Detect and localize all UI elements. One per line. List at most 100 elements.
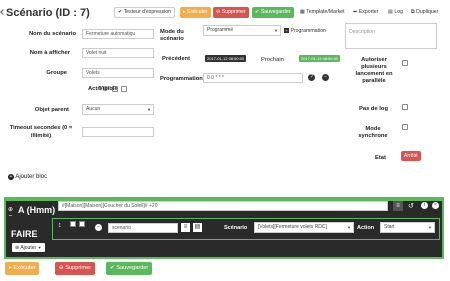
plus-square-icon: + (284, 28, 289, 33)
state-badge: Arrêté (401, 151, 421, 161)
action-select-label: Action (357, 225, 375, 231)
delete-button-bottom[interactable]: ⊖ Supprimer (55, 262, 96, 275)
group-label: Groupe (46, 70, 67, 76)
template-label: Template/Market (306, 9, 345, 15)
description-textarea[interactable]: Description (345, 23, 437, 49)
plus-circle-icon: + (8, 174, 14, 180)
programmation-add-label: Programmation (290, 28, 326, 34)
file-icon: ▤ (388, 9, 393, 15)
play-icon: ▸ (9, 265, 12, 271)
mode-value: Programmé (207, 27, 234, 33)
caret-down-icon: ▼ (147, 107, 151, 112)
block-at-label: A (Hmm) (18, 205, 56, 215)
add-block-button[interactable]: + Ajouter bloc (8, 174, 47, 180)
scenario-target-value: [Volets][Fermeture volets RDC] (258, 224, 327, 230)
minus-icon: ⊖ (59, 265, 64, 271)
timeout-input[interactable] (82, 127, 154, 137)
check-circle-icon: ✔ (255, 9, 260, 15)
programmation-label: Programmation (160, 76, 203, 82)
play-icon: ▸ (183, 9, 186, 15)
cubes-icon: ▦ (300, 9, 305, 15)
mode-select[interactable]: Programmé ▼ (203, 25, 281, 36)
execute-button-top[interactable]: ▸ Exécuter (180, 7, 211, 18)
duplicate-label: Dupliquer (416, 9, 439, 15)
scenario-cmd-input[interactable]: scenario (108, 223, 178, 233)
action-arrows-icon[interactable]: ↕ (58, 222, 62, 229)
state-label: Etat (375, 155, 386, 161)
allow-multi-checkbox[interactable] (402, 60, 408, 66)
cmd-list2-icon[interactable]: ▤ (193, 223, 202, 232)
previous-label: Précédent (162, 56, 191, 62)
copy-icon: ⧉ (411, 9, 415, 15)
test-expression-button[interactable]: ✔ Testeur d'expression (114, 7, 175, 18)
timeout-label: Timeout secondes (0 = illimité) (9, 125, 73, 139)
save-button-top[interactable]: ✔ Sauvegarder (252, 7, 294, 18)
display-name-input[interactable]: Volet nuit (82, 48, 154, 58)
list-icon[interactable]: ≡ (393, 201, 403, 211)
delete-label-bottom: Supprimer (65, 265, 92, 271)
visible-label: Visible (99, 86, 118, 92)
plus-circle-icon: ⊕ (15, 245, 20, 251)
block-toggle-icon[interactable]: ⊕ (8, 206, 13, 213)
scenario-select-label: Scénario (224, 225, 248, 231)
cmd-list-icon[interactable]: ≡ (181, 223, 190, 232)
delete-button-top[interactable]: ⊖ Supprimer (213, 7, 249, 18)
export-label: Exporter (358, 9, 379, 15)
caret-down-icon: ▼ (347, 225, 351, 230)
ajouter-label: Ajouter (20, 245, 37, 251)
check-icon: ✔ (118, 9, 123, 15)
execute-label-bottom: Exécuter (13, 265, 36, 271)
previous-run-badge: 2017-01-12 08:50:00 (205, 55, 247, 62)
info-icon[interactable]: i (421, 202, 428, 209)
log-button[interactable]: ▤ Log (385, 7, 406, 18)
action-enable-checkbox[interactable] (70, 221, 76, 227)
share-icon: ➦ (353, 9, 358, 15)
scenario-name-input[interactable]: Fermeture automatiqu (82, 29, 154, 39)
sync-mode-label: Mode synchrone (358, 126, 388, 139)
log-label: Log (394, 9, 404, 15)
visible-checkbox[interactable] (121, 86, 127, 92)
remove-icon[interactable]: − (322, 74, 329, 81)
template-market-button[interactable]: ▦ Template/Market (297, 7, 348, 18)
description-placeholder: Description (349, 29, 375, 35)
no-log-checkbox[interactable] (402, 104, 408, 110)
save-button-bottom[interactable]: ✔ Sauvegarder (106, 262, 153, 275)
action-parallel-checkbox[interactable] (79, 221, 85, 227)
next-run-badge: 2017-01-13 08:50:00 (299, 55, 341, 62)
action-value: Start (384, 224, 395, 230)
display-name-label: Nom à afficher (29, 50, 70, 56)
parent-object-select[interactable]: Aucun ▼ (82, 104, 154, 115)
block-expression-input[interactable]: #[Maison][Maison][Coucher du Soleil]# +2… (58, 201, 388, 211)
next-label: Prochain (261, 57, 284, 63)
execute-button-bottom[interactable]: ▸ Exécuter (5, 262, 40, 275)
help-icon[interactable]: ? (308, 74, 315, 81)
export-button[interactable]: ➦ Exporter (350, 7, 381, 18)
parent-object-label: Objet parent (34, 107, 69, 113)
execute-label-top: Exécuter (187, 9, 208, 15)
allow-multi-label: Autoriser plusieurs lancement en parallè… (355, 57, 393, 84)
parent-object-value: Aucun (86, 106, 101, 112)
block-close-icon[interactable]: × (432, 202, 439, 209)
programmation-input[interactable]: 0 0 * * * (203, 73, 303, 83)
caret-down-icon: ▼ (274, 28, 278, 33)
page-title: Scénario (ID : 7) (6, 7, 90, 19)
faire-label: FAIRE (11, 229, 38, 239)
duplicate-button[interactable]: ⧉ Dupliquer (408, 7, 441, 18)
programmation-add-button[interactable]: + Programmation (284, 28, 326, 34)
save-label-bottom: Sauvegarder (116, 265, 149, 271)
group-input[interactable]: Volets (82, 68, 154, 78)
check-circle-icon: ✔ (110, 265, 115, 271)
ajouter-button[interactable]: ⊕ Ajouter ▼ (12, 243, 45, 252)
caret-down-icon: ▼ (428, 225, 432, 230)
scenario-name-label: Nom du scénario (28, 31, 76, 37)
action-select[interactable]: Start ▼ (380, 222, 435, 233)
sync-mode-checkbox[interactable] (402, 124, 408, 130)
add-block-label: Ajouter bloc (15, 174, 48, 180)
test-expression-label: Testeur d'expression (123, 9, 171, 15)
no-log-label: Pas de log (359, 106, 388, 112)
undo-icon[interactable]: ↺ (408, 202, 414, 210)
scenario-target-select[interactable]: [Volets][Fermeture volets RDC] ▼ (254, 222, 354, 233)
action-remove-icon[interactable]: − (95, 224, 102, 231)
caret-down-icon: ▼ (37, 245, 42, 250)
mode-label: Mode du scénario (160, 29, 184, 42)
